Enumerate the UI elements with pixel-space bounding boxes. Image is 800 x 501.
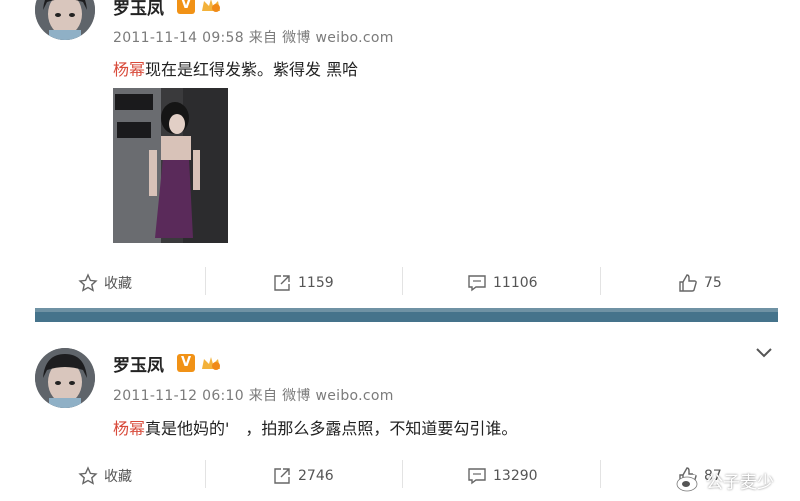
repost-icon	[274, 275, 290, 291]
comment-count: 13290	[493, 468, 538, 484]
favorite-label: 收藏	[104, 469, 132, 485]
post-divider	[35, 308, 778, 322]
star-icon	[78, 466, 98, 485]
membership-crown-icon	[202, 0, 220, 12]
post-body: 真是他妈的' ，拍那么多露点照，不知道要勾引谁。	[145, 419, 518, 438]
repost-button[interactable]: 1159	[272, 263, 334, 303]
post-action-bar: 收藏 1159 11106 75	[0, 263, 800, 303]
comment-button[interactable]: 11106	[467, 263, 538, 303]
timestamp[interactable]: 2011-11-12 06:10	[113, 388, 244, 404]
avatar[interactable]	[35, 0, 95, 40]
repost-count: 1159	[298, 275, 334, 291]
repost-icon	[274, 468, 290, 484]
comment-icon	[468, 468, 486, 485]
post-photo-image	[113, 88, 228, 243]
watermark-text: 公子麦少	[706, 473, 774, 493]
star-icon	[78, 273, 98, 292]
favorite-button[interactable]: 收藏	[78, 456, 132, 496]
mention-link[interactable]: 杨幂	[113, 419, 145, 438]
separator	[205, 460, 206, 488]
separator	[600, 460, 601, 488]
username[interactable]: 罗玉凤	[113, 351, 164, 376]
repost-count: 2746	[298, 468, 334, 484]
avatar-image	[35, 0, 95, 40]
weibo-logo-icon	[676, 471, 701, 491]
like-button[interactable]: 75	[678, 263, 722, 303]
comment-icon	[468, 275, 486, 292]
username[interactable]: 罗玉凤	[113, 0, 164, 19]
source-link[interactable]: 微博 weibo.com	[282, 30, 394, 46]
separator	[205, 267, 206, 295]
post-meta: 2011-11-14 09:58 来自 微博 weibo.com	[113, 27, 394, 47]
timestamp[interactable]: 2011-11-14 09:58	[113, 30, 244, 46]
post-text: 杨幂现在是红得发紫。紫得发 黑哈	[113, 56, 358, 80]
avatar[interactable]	[35, 348, 95, 408]
source-prefix: 来自	[248, 30, 278, 46]
favorite-button[interactable]: 收藏	[78, 263, 132, 303]
post-body: 现在是红得发紫。紫得发 黑哈	[145, 60, 359, 79]
mention-link[interactable]: 杨幂	[113, 60, 145, 79]
membership-crown-icon	[202, 357, 220, 370]
source-link[interactable]: 微博 weibo.com	[282, 388, 394, 404]
separator	[600, 267, 601, 295]
watermark: 公子麦少	[676, 468, 774, 493]
post-photo[interactable]	[113, 88, 228, 243]
separator	[402, 460, 403, 488]
vip-badge-icon: V	[177, 0, 195, 14]
repost-button[interactable]: 2746	[272, 456, 334, 496]
comment-count: 11106	[493, 275, 538, 291]
separator	[402, 267, 403, 295]
avatar-image	[35, 348, 95, 408]
thumbs-up-icon	[679, 274, 697, 292]
chevron-down-icon[interactable]	[754, 346, 774, 360]
comment-button[interactable]: 13290	[467, 456, 538, 496]
vip-badge-icon: V	[177, 354, 195, 372]
post-meta: 2011-11-12 06:10 来自 微博 weibo.com	[113, 385, 394, 405]
like-count: 75	[704, 275, 722, 291]
source-prefix: 来自	[248, 388, 278, 404]
post-text: 杨幂真是他妈的' ，拍那么多露点照，不知道要勾引谁。	[113, 415, 517, 439]
favorite-label: 收藏	[104, 276, 132, 292]
